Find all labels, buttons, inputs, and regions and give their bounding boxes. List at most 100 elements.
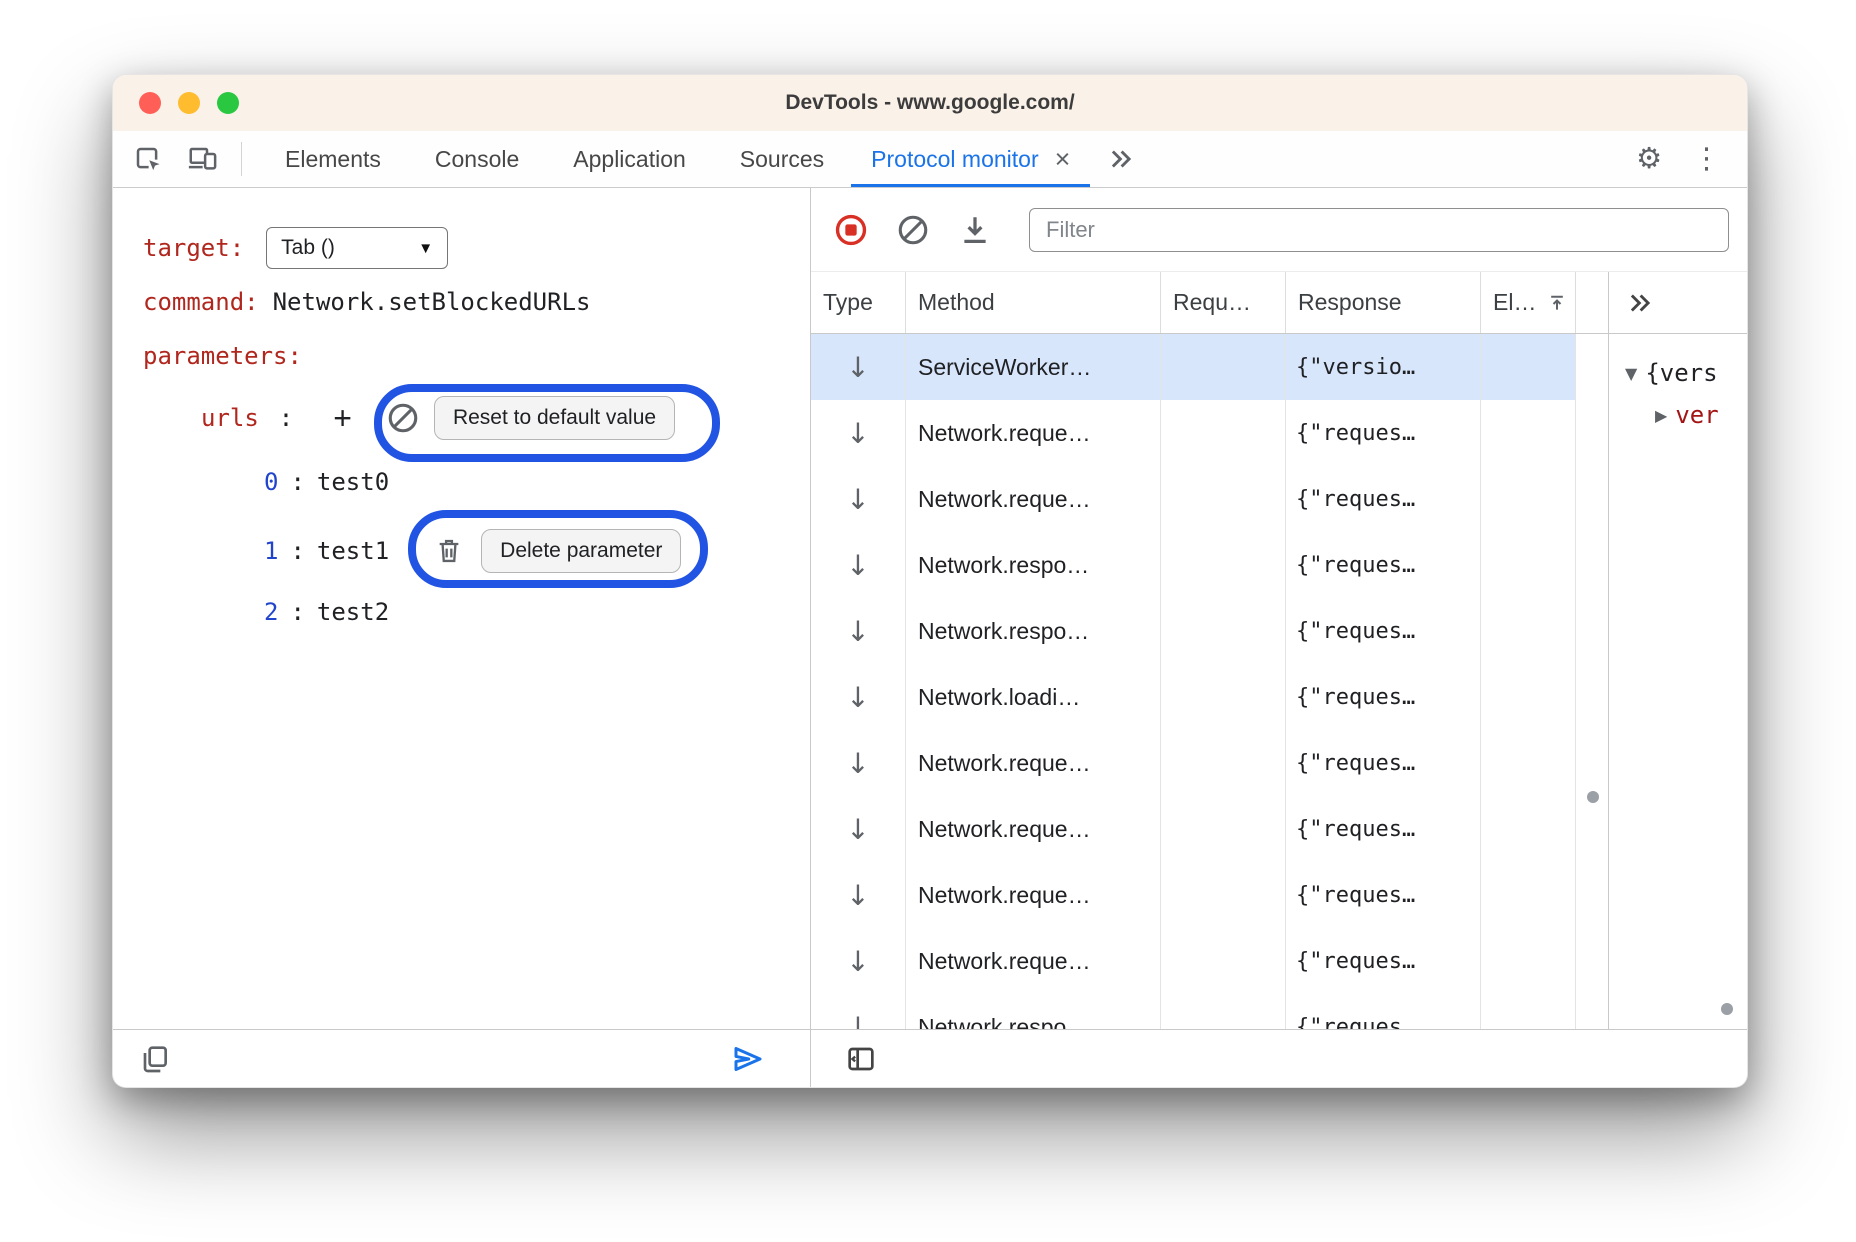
tree-node-child[interactable]: ▶ ver	[1609, 394, 1747, 436]
param-value[interactable]: test1	[317, 537, 389, 565]
received-arrow-icon: ↓	[846, 615, 869, 648]
tab-elements[interactable]: Elements	[258, 131, 408, 187]
minimize-window-button[interactable]	[178, 92, 200, 114]
response-cell: {"reques…	[1286, 598, 1481, 664]
col-method[interactable]: Method	[906, 272, 1161, 333]
add-parameter-icon[interactable]: +	[333, 402, 352, 434]
tab-label: Sources	[740, 146, 824, 173]
zoom-window-button[interactable]	[217, 92, 239, 114]
close-window-button[interactable]	[139, 92, 161, 114]
elapsed-cell	[1481, 730, 1576, 796]
elapsed-cell	[1481, 532, 1576, 598]
param-value[interactable]: test2	[317, 598, 389, 626]
command-editor: target: Tab () ▼ command: Network.setBlo…	[113, 188, 811, 1029]
request-cell	[1161, 730, 1286, 796]
traffic-lights	[139, 92, 239, 114]
titlebar: DevTools - www.google.com/	[113, 75, 1747, 131]
sort-ascending-icon	[1547, 293, 1567, 313]
tree-child-label: ver	[1675, 401, 1718, 429]
monitor-footer	[811, 1030, 1747, 1087]
response-cell: {"reques…	[1286, 664, 1481, 730]
method-cell: Network.reque…	[906, 466, 1161, 532]
target-select[interactable]: Tab () ▼	[266, 227, 448, 269]
method-cell: Network.respo…	[906, 532, 1161, 598]
record-button[interactable]	[833, 212, 869, 248]
clear-all-icon[interactable]	[895, 212, 931, 248]
col-type[interactable]: Type	[811, 272, 906, 333]
reset-to-default-icon[interactable]	[386, 401, 420, 435]
method-cell: Network.reque…	[906, 796, 1161, 862]
received-arrow-icon: ↓	[846, 1011, 869, 1030]
request-cell	[1161, 598, 1286, 664]
request-cell	[1161, 334, 1286, 400]
response-cell: {"reques…	[1286, 928, 1481, 994]
delete-parameter-button[interactable]: Delete parameter	[481, 529, 681, 573]
vertical-scrollbar-thumb[interactable]	[1587, 791, 1599, 803]
table-row[interactable]: ↓ Network.respo… {"reques…	[811, 532, 1576, 598]
response-cell: {"reques…	[1286, 994, 1481, 1029]
download-icon[interactable]	[957, 212, 993, 248]
request-cell	[1161, 796, 1286, 862]
table-row[interactable]: ↓ Network.reque… {"reques…	[811, 796, 1576, 862]
tab-console[interactable]: Console	[408, 131, 546, 187]
received-arrow-icon: ↓	[846, 417, 869, 450]
command-value[interactable]: Network.setBlockedURLs	[273, 288, 591, 316]
inspect-element-icon[interactable]	[133, 144, 163, 174]
gear-icon[interactable]: ⚙	[1636, 145, 1662, 174]
table-row[interactable]: ↓ Network.reque… {"reques…	[811, 466, 1576, 532]
kebab-menu-icon[interactable]: ⋮	[1692, 145, 1721, 174]
table-row[interactable]: ↓ Network.reque… {"reques…	[811, 928, 1576, 994]
expand-sidebar-icon[interactable]	[1625, 288, 1655, 318]
col-elapsed[interactable]: El…	[1481, 272, 1576, 333]
table-row[interactable]: ↓ Network.reque… {"reques…	[811, 400, 1576, 466]
elapsed-cell	[1481, 466, 1576, 532]
elapsed-cell	[1481, 334, 1576, 400]
tab-protocol-monitor[interactable]: Protocol monitor ×	[851, 131, 1090, 187]
param-value[interactable]: test0	[317, 468, 389, 496]
table-row[interactable]: ↓ Network.loadi… {"reques…	[811, 664, 1576, 730]
col-request[interactable]: Requ…	[1161, 272, 1286, 333]
toolbar-left-icons	[113, 131, 258, 187]
tab-sources[interactable]: Sources	[713, 131, 851, 187]
tree-root-label: {vers	[1645, 359, 1717, 387]
more-tabs-button[interactable]	[1090, 131, 1152, 187]
toggle-sidebar-icon[interactable]	[845, 1043, 877, 1075]
param-colon: :	[290, 468, 304, 496]
table-row[interactable]: ↓ ServiceWorker… {"versio…	[811, 334, 1576, 400]
chevron-down-icon: ▼	[418, 240, 433, 257]
window-title: DevTools - www.google.com/	[785, 91, 1074, 115]
table-row[interactable]: ↓ Network.reque… {"reques…	[811, 862, 1576, 928]
method-cell: Network.reque…	[906, 730, 1161, 796]
received-arrow-icon: ↓	[846, 945, 869, 978]
tree-collapsed-icon: ▶	[1655, 406, 1667, 425]
elapsed-cell	[1481, 400, 1576, 466]
tab-application[interactable]: Application	[546, 131, 713, 187]
col-response[interactable]: Response	[1286, 272, 1481, 333]
close-tab-icon[interactable]: ×	[1055, 146, 1071, 173]
table-row[interactable]: ↓ Network.respo… {"reques…	[811, 598, 1576, 664]
copy-icon[interactable]	[139, 1043, 171, 1075]
toolbar-separator	[241, 142, 242, 176]
elapsed-cell	[1481, 598, 1576, 664]
elapsed-cell	[1481, 928, 1576, 994]
param-colon: :	[290, 598, 304, 626]
bottom-bar	[113, 1029, 1747, 1087]
tree-node-root[interactable]: ▼ {vers	[1609, 352, 1747, 394]
send-command-icon[interactable]	[730, 1041, 766, 1077]
tab-label: Console	[435, 146, 519, 173]
method-cell: Network.reque…	[906, 862, 1161, 928]
sidebar-header	[1609, 272, 1747, 334]
table-row[interactable]: ↓ Network.reque… {"reques…	[811, 730, 1576, 796]
table-row[interactable]: ↓ Network.respo… {"reques…	[811, 994, 1576, 1029]
tree-expanded-icon: ▼	[1625, 364, 1637, 383]
horizontal-scrollbar-thumb[interactable]	[1721, 1003, 1733, 1015]
device-toolbar-icon[interactable]	[187, 144, 217, 174]
param-colon: :	[290, 537, 304, 565]
filter-input[interactable]	[1029, 208, 1729, 252]
request-cell	[1161, 862, 1286, 928]
method-cell: Network.respo…	[906, 994, 1161, 1029]
trash-icon[interactable]	[435, 537, 463, 565]
request-cell	[1161, 664, 1286, 730]
elapsed-cell	[1481, 664, 1576, 730]
reset-button[interactable]: Reset to default value	[434, 396, 675, 440]
